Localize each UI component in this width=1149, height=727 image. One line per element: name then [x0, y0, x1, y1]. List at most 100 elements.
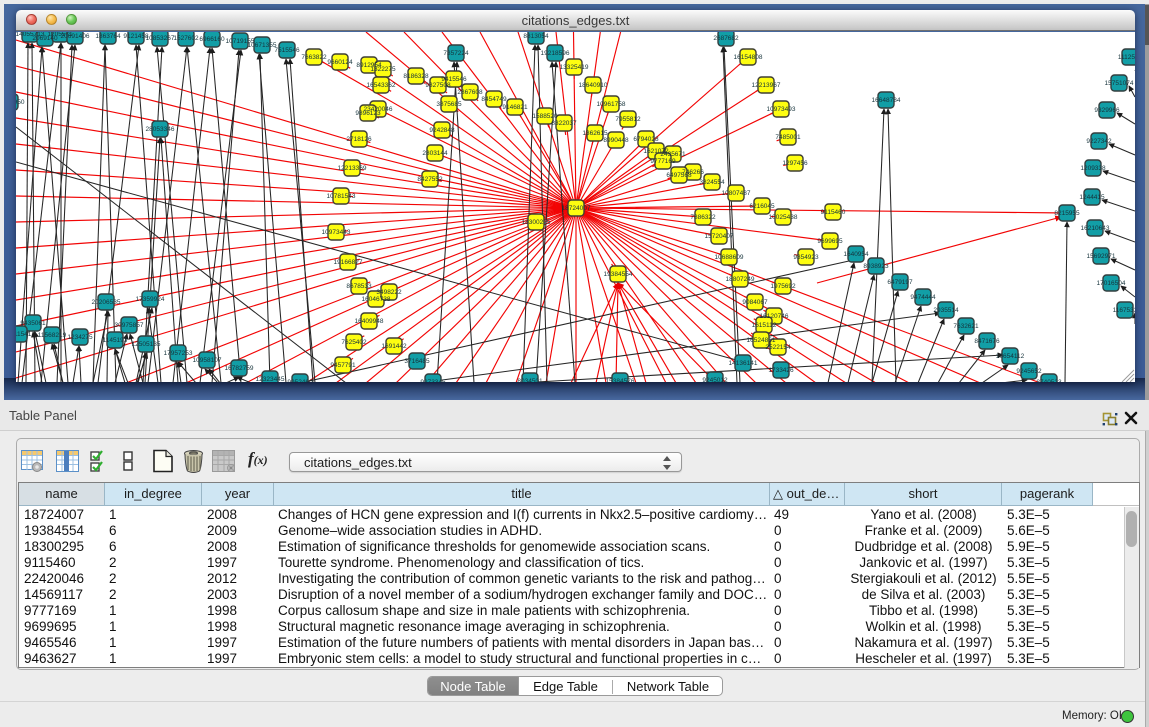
svg-text:9354923: 9354923 — [793, 254, 819, 261]
svg-text:9227342: 9227342 — [1086, 138, 1112, 145]
svg-text:7955812: 7955812 — [615, 116, 641, 123]
svg-text:7886322: 7886322 — [690, 214, 716, 221]
svg-text:8186328: 8186328 — [403, 73, 429, 80]
svg-text:8215955: 8215955 — [1054, 210, 1080, 217]
svg-text:1234275: 1234275 — [67, 334, 93, 341]
svg-text:7485001: 7485001 — [775, 134, 801, 141]
svg-text:16524861: 16524861 — [747, 337, 776, 344]
svg-text:10853267: 10853267 — [146, 35, 175, 42]
svg-text:9457791: 9457791 — [330, 362, 356, 369]
svg-text:9415546: 9415546 — [441, 76, 467, 83]
svg-text:11568219: 11568219 — [38, 332, 67, 339]
svg-text:10654112: 10654112 — [996, 353, 1025, 360]
svg-text:16409948: 16409948 — [355, 318, 384, 325]
svg-text:19218596: 19218596 — [541, 50, 570, 57]
svg-text:2803144: 2803144 — [422, 150, 448, 157]
svg-text:9245652: 9245652 — [1016, 368, 1042, 375]
svg-text:3716485: 3716485 — [404, 358, 430, 365]
svg-text:18807249: 18807249 — [726, 276, 755, 283]
svg-text:8427552: 8427552 — [417, 176, 443, 183]
svg-text:15692971: 15692971 — [1087, 253, 1116, 260]
svg-text:18724007: 18724007 — [562, 205, 591, 212]
svg-text:7515546: 7515546 — [274, 47, 300, 54]
svg-text:19166827: 19166827 — [334, 259, 363, 266]
svg-text:9146821: 9146821 — [502, 104, 528, 111]
svg-text:15751074: 15751074 — [1105, 80, 1134, 87]
svg-text:7663822: 7663822 — [301, 54, 327, 61]
svg-text:10781543: 10781543 — [327, 193, 356, 200]
svg-text:25266950: 25266950 — [16, 99, 25, 106]
svg-text:1362615: 1362615 — [582, 130, 608, 137]
svg-text:15384576: 15384576 — [606, 378, 635, 382]
svg-text:12323445: 12323445 — [256, 376, 285, 382]
svg-text:10671355: 10671355 — [248, 42, 277, 49]
svg-text:16210643: 16210643 — [1081, 225, 1110, 232]
svg-text:6794028: 6794028 — [633, 136, 659, 143]
svg-text:15720407: 15720407 — [705, 233, 734, 240]
svg-text:1691442: 1691442 — [381, 343, 407, 350]
svg-text:9115460: 9115460 — [821, 209, 846, 216]
svg-text:9660124: 9660124 — [327, 59, 353, 66]
svg-text:3498222: 3498222 — [376, 289, 402, 296]
svg-text:1244415: 1244415 — [1079, 194, 1105, 201]
svg-text:18300295: 18300295 — [522, 219, 551, 226]
svg-text:1733426: 1733426 — [768, 367, 794, 374]
svg-text:17957253: 17957253 — [164, 350, 193, 357]
svg-text:1863764: 1863764 — [95, 33, 121, 40]
svg-text:2935514: 2935514 — [933, 307, 959, 314]
svg-text:2687682: 2687682 — [713, 35, 739, 42]
svg-text:1527602: 1527602 — [173, 35, 199, 42]
svg-text:20691406: 20691406 — [61, 33, 90, 40]
svg-text:9474444: 9474444 — [910, 294, 936, 301]
svg-text:16154808: 16154808 — [734, 54, 763, 61]
svg-text:12213369: 12213369 — [338, 165, 367, 172]
svg-text:8034501: 8034501 — [517, 378, 543, 382]
svg-text:10025438: 10025438 — [769, 214, 798, 221]
svg-text:8938923: 8938923 — [863, 263, 889, 270]
svg-text:28053346: 28053346 — [146, 126, 175, 133]
svg-text:30975857: 30975857 — [115, 322, 144, 329]
svg-text:3911541: 3911541 — [16, 331, 32, 338]
svg-text:16648784: 16648784 — [872, 97, 901, 104]
svg-text:2718126: 2718126 — [346, 136, 372, 143]
svg-text:17359924: 17359924 — [136, 296, 165, 303]
svg-text:10807487: 10807487 — [722, 190, 751, 197]
svg-text:9777169: 9777169 — [650, 158, 676, 165]
svg-text:9327508: 9327508 — [425, 82, 451, 89]
svg-text:8990448: 8990448 — [603, 137, 629, 144]
svg-text:8471676: 8471676 — [974, 338, 1000, 345]
svg-text:9435061: 9435061 — [20, 320, 46, 327]
svg-text:10688609: 10688609 — [715, 254, 744, 261]
svg-text:8322037: 8322037 — [551, 120, 577, 127]
svg-text:3875685: 3875685 — [436, 101, 462, 108]
svg-text:14136141: 14136141 — [729, 360, 758, 367]
svg-text:9273345: 9273345 — [420, 379, 446, 382]
svg-text:6479197: 6479197 — [887, 279, 913, 286]
svg-text:1112543: 1112543 — [1118, 54, 1135, 61]
svg-text:19384554: 19384554 — [604, 271, 633, 278]
svg-text:7357224: 7357224 — [443, 50, 469, 57]
svg-text:10961758: 10961758 — [597, 101, 626, 108]
svg-text:2522154: 2522154 — [765, 344, 791, 351]
svg-text:1975692: 1975692 — [770, 283, 796, 290]
svg-text:8740523: 8740523 — [1036, 379, 1062, 382]
svg-text:1167533: 1167533 — [1113, 307, 1135, 314]
svg-text:9896123: 9896123 — [355, 110, 381, 117]
svg-text:9242848: 9242848 — [429, 127, 455, 134]
svg-text:8678533: 8678533 — [346, 283, 372, 290]
svg-text:6216045: 6216045 — [749, 203, 775, 210]
svg-text:1640954: 1640954 — [843, 251, 869, 258]
svg-text:9699695: 9699695 — [817, 238, 843, 245]
svg-text:9245012: 9245012 — [702, 377, 728, 382]
svg-text:12505135: 12505135 — [132, 341, 161, 348]
svg-text:10973493: 10973493 — [767, 106, 796, 113]
svg-text:16782759: 16782759 — [225, 365, 254, 372]
svg-text:18640910: 18640910 — [579, 82, 608, 89]
svg-text:1145193: 1145193 — [103, 337, 128, 344]
svg-text:9952460: 9952460 — [287, 379, 313, 382]
svg-text:7632621: 7632621 — [953, 323, 979, 330]
svg-text:1588520: 1588520 — [532, 113, 558, 120]
svg-text:12213967: 12213967 — [752, 82, 781, 89]
svg-text:7625402: 7625402 — [341, 339, 367, 346]
svg-text:16046738: 16046738 — [362, 296, 391, 303]
